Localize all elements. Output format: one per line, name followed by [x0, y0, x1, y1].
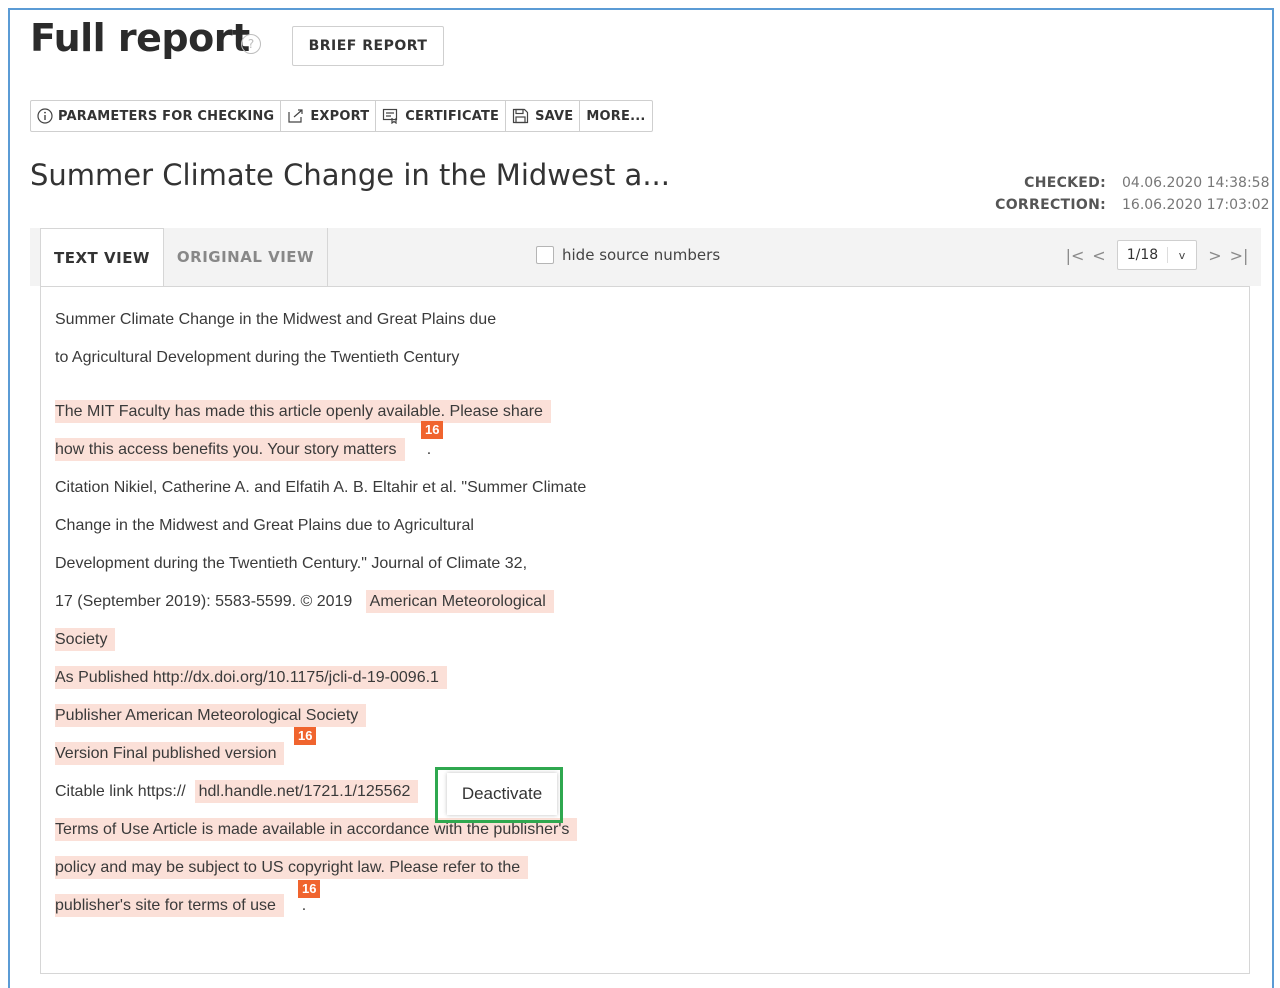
matched-text[interactable]: Society [55, 628, 116, 651]
text-view-panel: Summer Climate Change in the Midwest and… [40, 286, 1250, 974]
checked-value: 04.06.2020 14:38:58 [1122, 175, 1270, 191]
matched-text[interactable]: American Meteorological [365, 590, 554, 613]
page-value: 1/18 [1118, 247, 1168, 263]
matched-text[interactable]: As Published http://dx.doi.org/10.1175/j… [55, 666, 447, 689]
deactivate-button[interactable]: Deactivate [447, 773, 557, 815]
correction-label: CORRECTION: [995, 197, 1106, 213]
chevron-down-icon: v [1178, 248, 1186, 262]
report-toolbar: PARAMETERS FOR CHECKING EXPORT CERTIFICA… [30, 100, 653, 132]
text-line: Change in the Midwest and Great Plains d… [55, 517, 474, 534]
text-line: Publisher American Meteorological Societ… [55, 704, 367, 727]
matched-text[interactable]: publisher's site for terms of use [55, 894, 284, 917]
last-page-icon[interactable]: >| [1227, 246, 1251, 265]
save-icon [513, 108, 529, 124]
correction-value: 16.06.2020 17:03:02 [1122, 197, 1270, 213]
export-button[interactable]: EXPORT [281, 101, 377, 131]
text-line: Summer Climate Change in the Midwest and… [55, 311, 497, 328]
checked-label: CHECKED: [1024, 175, 1106, 191]
hide-source-numbers-toggle[interactable]: hide source numbers [536, 246, 720, 264]
page-select[interactable]: 1/18 v [1117, 240, 1197, 270]
matched-text[interactable]: The MIT Faculty has made this article op… [55, 400, 551, 423]
export-label: EXPORT [310, 108, 370, 124]
certificate-button[interactable]: CERTIFICATE [376, 101, 507, 131]
prev-page-icon[interactable]: < [1087, 246, 1111, 265]
info-icon [37, 108, 53, 124]
text-tail: . [426, 441, 432, 458]
text-line: Development during the Twentieth Century… [55, 555, 528, 572]
save-button[interactable]: SAVE [506, 101, 581, 131]
certificate-icon [383, 108, 398, 124]
text-line: Society [55, 628, 116, 651]
parameters-button[interactable]: PARAMETERS FOR CHECKING [31, 101, 282, 131]
matched-text[interactable]: policy and may be subject to US copyrigh… [55, 856, 529, 879]
pager: |< < 1/18 v > >| [1063, 240, 1251, 270]
hide-source-numbers-label: hide source numbers [562, 246, 721, 264]
text-line: 17 (September 2019): 5583-5599. © 2019 A… [55, 590, 554, 613]
text-line: The MIT Faculty has made this article op… [55, 400, 551, 423]
matched-text[interactable]: Publisher American Meteorological Societ… [55, 704, 367, 727]
tab-original-view[interactable]: ORIGINAL VIEW [164, 228, 328, 286]
tab-text-view[interactable]: TEXT VIEW [40, 228, 164, 287]
document-title: Summer Climate Change in the Midwest a..… [30, 158, 670, 192]
text-line: Terms of Use Article is made available i… [55, 818, 578, 841]
page-title: Full report [30, 16, 250, 60]
text-line: to Agricultural Development during the T… [55, 349, 460, 366]
certificate-label: CERTIFICATE [405, 108, 500, 124]
source-number-badge[interactable]: 16 [298, 880, 321, 898]
text-tail: . [301, 897, 307, 914]
source-number-badge[interactable]: 16 [421, 421, 444, 439]
text-line: publisher's site for terms of use . [55, 894, 307, 917]
hide-source-numbers-checkbox[interactable] [536, 246, 554, 264]
next-page-icon[interactable]: > [1203, 246, 1227, 265]
brief-report-button[interactable]: BRIEF REPORT [292, 26, 444, 66]
view-tabs-bar: TEXT VIEW ORIGINAL VIEW hide source numb… [30, 228, 1261, 287]
more-button[interactable]: MORE... [580, 101, 651, 131]
text-line: Citation Nikiel, Catherine A. and Elfati… [55, 479, 587, 496]
text-line: how this access benefits you. Your story… [55, 438, 432, 461]
matched-text[interactable]: Version Final published version [55, 742, 285, 765]
text-line: policy and may be subject to US copyrigh… [55, 856, 529, 879]
first-page-icon[interactable]: |< [1063, 246, 1087, 265]
matched-text[interactable]: hdl.handle.net/1721.1/125562 [194, 780, 419, 803]
text-line: Version Final published version [55, 742, 285, 765]
plain-text: Citable link https:// [55, 783, 186, 800]
help-icon[interactable]: ? [241, 34, 261, 54]
source-number-badge[interactable]: 16 [294, 727, 317, 745]
text-line: Citable link https:// hdl.handle.net/172… [55, 780, 419, 803]
matched-text[interactable]: how this access benefits you. Your story… [55, 438, 405, 461]
parameters-label: PARAMETERS FOR CHECKING [58, 108, 275, 124]
text-line: As Published http://dx.doi.org/10.1175/j… [55, 666, 447, 689]
save-label: SAVE [535, 108, 574, 124]
export-icon [288, 109, 303, 123]
plain-text: 17 (September 2019): 5583-5599. © 2019 [55, 593, 353, 610]
